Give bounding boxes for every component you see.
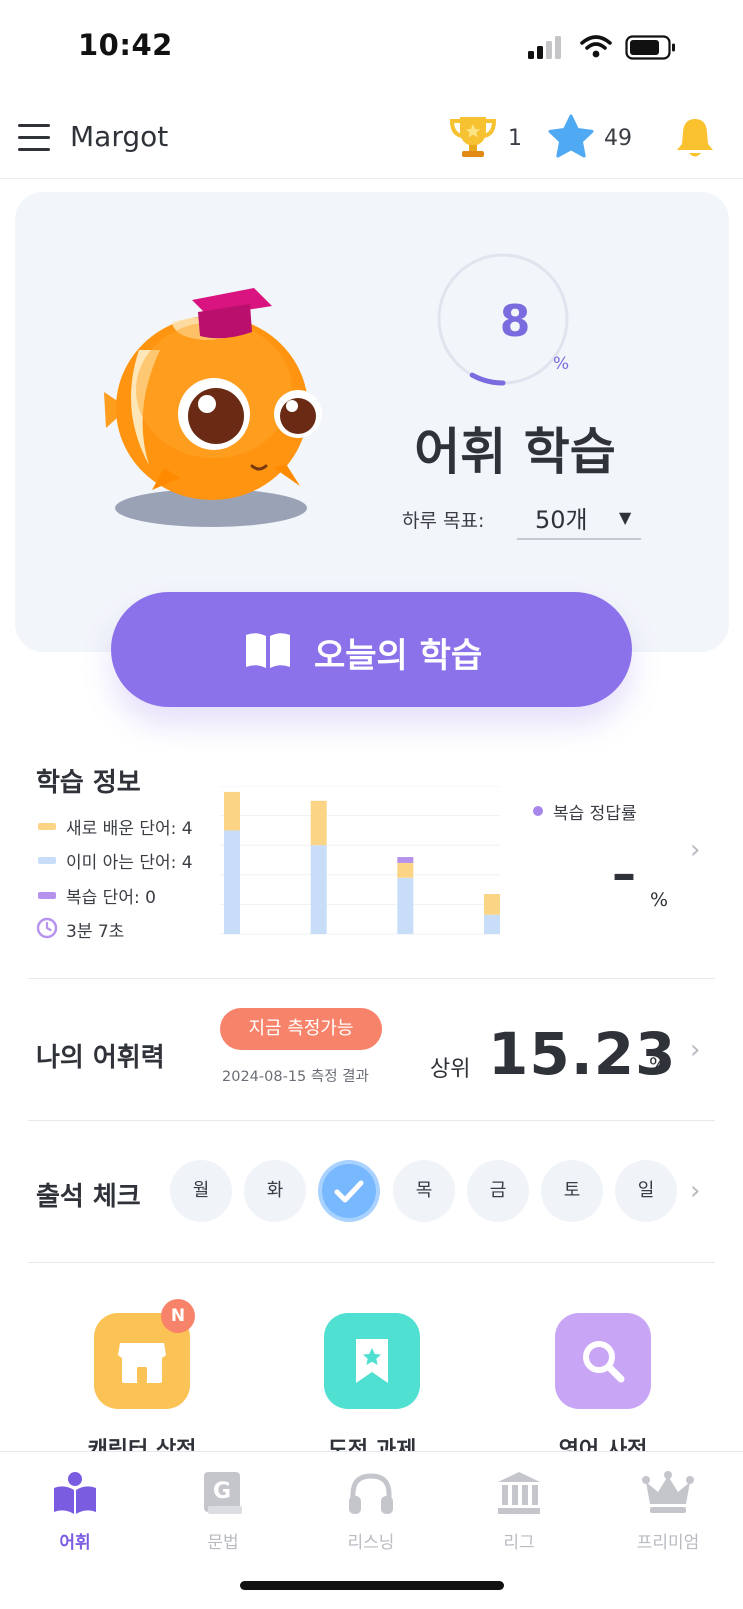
day-tue[interactable]: 화 xyxy=(244,1160,306,1222)
review-accuracy-dot xyxy=(533,806,543,816)
bell-icon[interactable] xyxy=(675,116,715,160)
vocab-tab-icon[interactable] xyxy=(52,1470,98,1516)
chart-bar-segment xyxy=(484,914,500,934)
fish-mascot xyxy=(104,288,322,527)
day-wed-checked[interactable] xyxy=(318,1160,380,1222)
rank-label: 상위 xyxy=(430,1057,471,1082)
hamburger-menu-icon[interactable] xyxy=(18,124,50,152)
chart-bar-segment xyxy=(484,894,500,915)
chart-bar-segment xyxy=(310,800,327,846)
home-indicator[interactable] xyxy=(240,1581,504,1590)
vocab-level-title: 나의 어휘력 xyxy=(36,1043,165,1073)
learning-info-title: 학습 정보 xyxy=(36,768,141,798)
chevron-right-icon[interactable]: › xyxy=(690,1035,700,1065)
card-title: 어휘 학습 xyxy=(414,423,616,481)
study-duration: 3분 7초 xyxy=(66,922,125,942)
search-icon xyxy=(583,1341,625,1383)
review-accuracy-value: – xyxy=(612,846,636,902)
signal-icon xyxy=(528,36,561,59)
section-divider xyxy=(28,1262,715,1263)
tab-listening[interactable]: 리스닝 xyxy=(301,1528,441,1553)
svg-text:G: G xyxy=(213,1479,231,1504)
day-mon[interactable]: 월 xyxy=(170,1160,232,1222)
chart-bar-segment xyxy=(224,791,240,831)
tab-league[interactable]: 리그 xyxy=(449,1528,589,1553)
dictionary-button[interactable] xyxy=(555,1313,651,1409)
progress-percent-sign: % xyxy=(553,354,570,374)
chevron-right-icon[interactable]: › xyxy=(690,1176,700,1206)
daily-goal-value: 50개 xyxy=(535,506,588,534)
wifi-icon xyxy=(580,35,612,58)
trophy-count: 1 xyxy=(508,126,522,151)
challenge-button[interactable] xyxy=(324,1313,420,1409)
username: Margot xyxy=(70,120,169,153)
daily-words-chart xyxy=(220,786,500,935)
today-study-label: 오늘의 학습 xyxy=(314,636,483,676)
new-badge: N xyxy=(161,1299,195,1333)
section-divider xyxy=(28,1120,715,1121)
rank-unit: % xyxy=(649,1054,668,1076)
shop-icon xyxy=(118,1343,166,1383)
book-icon xyxy=(246,633,290,668)
star-icon[interactable] xyxy=(547,114,595,160)
measure-now-badge[interactable]: 지금 측정가능 xyxy=(220,1008,382,1050)
status-time: 10:42 xyxy=(78,28,173,62)
chevron-right-icon[interactable]: › xyxy=(690,835,700,865)
chart-bar-segment xyxy=(397,862,414,878)
chart-bar-segment xyxy=(224,830,240,934)
tab-premium[interactable]: 프리미엄 xyxy=(598,1528,738,1553)
day-sat[interactable]: 토 xyxy=(541,1160,603,1222)
section-divider xyxy=(28,978,715,979)
tab-vocab[interactable]: 어휘 xyxy=(5,1528,145,1553)
day-thu[interactable]: 목 xyxy=(393,1160,455,1222)
caret-down-icon: ▼ xyxy=(619,508,632,527)
attendance-title: 출석 체크 xyxy=(36,1182,141,1212)
clock-icon xyxy=(36,917,58,939)
progress-percent-value: 8 xyxy=(499,296,531,347)
daily-goal-label: 하루 목표: xyxy=(402,510,485,532)
day-sun[interactable]: 일 xyxy=(615,1160,677,1222)
bookmark-star-icon xyxy=(356,1339,388,1383)
day-fri[interactable]: 금 xyxy=(467,1160,529,1222)
headphones-icon[interactable] xyxy=(347,1470,395,1516)
review-accuracy-label: 복습 정답률 xyxy=(553,804,637,824)
chart-bar-segment xyxy=(310,845,327,934)
battery-icon xyxy=(625,35,675,60)
star-count: 49 xyxy=(604,126,632,151)
grammar-tab-icon[interactable]: G xyxy=(200,1470,246,1516)
crown-icon[interactable] xyxy=(642,1470,694,1514)
review-accuracy-unit: % xyxy=(650,889,669,911)
check-icon xyxy=(334,1180,364,1203)
tab-grammar[interactable]: 문법 xyxy=(153,1528,293,1553)
chart-bar-segment xyxy=(397,877,414,934)
measure-date: 2024-08-15 측정 결과 xyxy=(222,1069,369,1085)
trophy-icon[interactable] xyxy=(448,114,498,160)
league-building-icon[interactable] xyxy=(496,1470,542,1516)
chart-bar-segment xyxy=(397,857,414,863)
